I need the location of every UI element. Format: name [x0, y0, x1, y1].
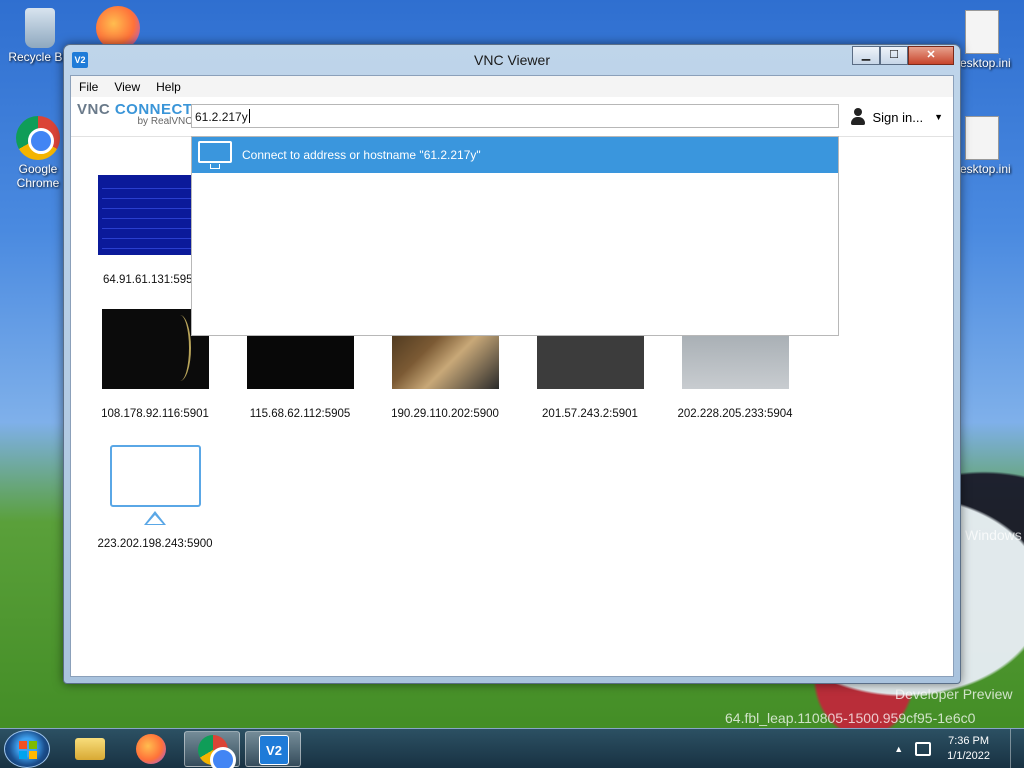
windows-logo-icon — [19, 741, 37, 759]
taskbar: V2 ▲ 7:36 PM 1/1/2022 — [0, 728, 1024, 768]
chrome-icon — [16, 116, 60, 160]
menu-bar: File View Help — [71, 76, 953, 97]
recycle-bin-icon — [25, 8, 55, 48]
clock[interactable]: 7:36 PM 1/1/2022 — [947, 734, 990, 764]
system-tray: ▲ 7:36 PM 1/1/2022 — [894, 729, 1024, 768]
address-value: 61.2.217y — [195, 110, 248, 124]
address-input[interactable]: 61.2.217y — [191, 104, 839, 128]
maximize-button[interactable]: ☐ — [880, 46, 908, 65]
connection-tile[interactable]: 223.202.198.243:5900 — [85, 445, 225, 550]
person-icon — [849, 108, 867, 126]
connection-label: 108.178.92.116:5901 — [101, 408, 209, 420]
folder-icon — [75, 738, 105, 760]
toolbar: VNC CONNECT by RealVNC 61.2.217y Sign in… — [71, 97, 953, 137]
taskbar-explorer[interactable] — [62, 731, 118, 767]
watermark-edition: Developer Preview — [895, 686, 1013, 702]
connection-label: 190.29.110.202:5900 — [391, 408, 499, 420]
monitor-icon — [198, 141, 232, 169]
close-button[interactable]: ✕ — [908, 46, 954, 65]
file-icon — [965, 10, 999, 54]
firefox-icon — [136, 734, 166, 764]
start-button[interactable] — [4, 730, 50, 768]
network-icon[interactable] — [915, 742, 932, 756]
sign-in-button[interactable]: Sign in... ▼ — [849, 108, 943, 126]
title-bar[interactable]: V2 VNC Viewer ▁ ☐ ✕ — [64, 45, 960, 75]
show-desktop-button[interactable] — [1010, 729, 1024, 768]
minimize-button[interactable]: ▁ — [852, 46, 880, 65]
connection-label: 223.202.198.243:5900 — [97, 538, 213, 550]
menu-help[interactable]: Help — [148, 80, 189, 94]
clock-time: 7:36 PM — [948, 735, 990, 747]
suggestion-connect[interactable]: Connect to address or hostname "61.2.217… — [192, 137, 838, 173]
vnc-viewer-icon: V2 — [259, 735, 289, 765]
window-client: File View Help VNC CONNECT by RealVNC 61… — [70, 75, 954, 677]
connection-label: 115.68.62.112:5905 — [249, 408, 351, 420]
suggestion-label: Connect to address or hostname "61.2.217… — [242, 148, 481, 162]
address-suggestions: Connect to address or hostname "61.2.217… — [191, 136, 839, 336]
clock-date: 1/1/2022 — [947, 750, 990, 762]
taskbar-vnc-viewer[interactable]: V2 — [245, 731, 301, 767]
taskbar-firefox[interactable] — [123, 731, 179, 767]
show-hidden-icons-icon[interactable]: ▲ — [894, 744, 903, 754]
vnc-connect-logo: VNC CONNECT by RealVNC — [77, 101, 193, 127]
monitor-placeholder-icon — [109, 445, 201, 507]
watermark-build: 64.fbl_leap.110805-1500.959cf95-1e6c0 — [725, 710, 976, 726]
menu-view[interactable]: View — [106, 80, 148, 94]
logo-vnc: VNC — [77, 101, 111, 118]
connection-thumbnail — [97, 175, 205, 255]
taskbar-chrome[interactable] — [184, 731, 240, 768]
window-title: VNC Viewer — [474, 52, 550, 68]
file-icon — [965, 116, 999, 160]
watermark-genuine: Windows may not be genuine — [965, 527, 1024, 543]
menu-file[interactable]: File — [71, 80, 106, 94]
vnc-viewer-window: V2 VNC Viewer ▁ ☐ ✕ File View Help VNC C… — [63, 44, 961, 684]
sign-in-label: Sign in... — [872, 109, 924, 125]
text-cursor-icon — [248, 109, 250, 123]
connection-label: 201.57.243.2:5901 — [542, 408, 638, 420]
window-controls: ▁ ☐ ✕ — [852, 46, 954, 65]
chrome-icon — [198, 735, 236, 768]
connection-label: 202.228.205.233:5904 — [677, 408, 793, 420]
chevron-down-icon: ▼ — [934, 112, 943, 122]
